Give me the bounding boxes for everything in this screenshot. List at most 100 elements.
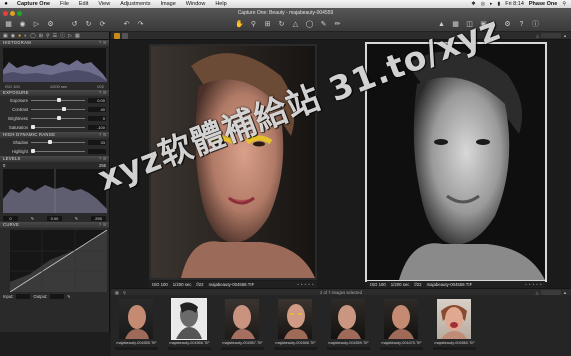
help-icon[interactable]: ?: [517, 20, 526, 29]
levels-output-low[interactable]: 0: [3, 163, 5, 168]
tab-metadata-icon[interactable]: ⓘ: [60, 32, 65, 39]
brightness-slider[interactable]: Brightness 0: [0, 114, 109, 123]
slider-value[interactable]: -100: [88, 125, 106, 130]
undo-icon[interactable]: ↶: [122, 20, 131, 29]
thumbnail-rating[interactable]: [115, 347, 158, 350]
section-menu-icon[interactable]: ? ☰: [99, 40, 109, 46]
spotlight-icon[interactable]: ⚲: [562, 1, 566, 7]
eyedropper-black-icon[interactable]: ✎: [31, 216, 35, 221]
wifi-icon[interactable]: ◎: [481, 1, 485, 7]
tab-details-icon[interactable]: ⚲: [46, 33, 50, 39]
zoom-in-icon[interactable]: ▲: [563, 33, 567, 38]
tab-composition-icon[interactable]: ⊞: [39, 33, 43, 39]
thumbnail-rating[interactable]: [380, 347, 423, 350]
rotate-left-icon[interactable]: ↺: [70, 20, 79, 29]
tab-batch-icon[interactable]: ▦: [75, 33, 80, 39]
contrast-slider[interactable]: Contrast 40: [0, 105, 109, 114]
curve-input-field[interactable]: [16, 294, 31, 299]
thumbnail-rating[interactable]: [168, 347, 211, 350]
levels-high-input[interactable]: 255: [90, 215, 106, 221]
section-menu-icon[interactable]: ? ☰: [99, 156, 109, 162]
slider-track[interactable]: [31, 116, 85, 120]
thumbnail[interactable]: majabeauty-004558.TIF: [272, 299, 319, 350]
slider-value[interactable]: 0.00: [88, 98, 106, 103]
slider-value[interactable]: 33: [88, 140, 106, 145]
levels-mid-input[interactable]: 0.00: [46, 215, 62, 221]
tab-adjustments-icon[interactable]: ☰: [53, 33, 57, 39]
menu-file[interactable]: File: [55, 1, 74, 7]
levels-output-high[interactable]: 255: [99, 163, 106, 168]
slider-track[interactable]: [31, 98, 85, 102]
capture-icon[interactable]: ◉: [18, 20, 27, 29]
compare-icon[interactable]: ◫: [465, 20, 474, 29]
apple-menu-icon[interactable]: ●: [0, 1, 12, 7]
volume-icon[interactable]: ▸: [490, 1, 493, 7]
clock[interactable]: Fri 8:14: [505, 1, 524, 7]
tab-capture-icon[interactable]: ◉: [11, 33, 15, 39]
thumbnail[interactable]: majabeauty-004557.TIF: [219, 299, 266, 350]
slider-track[interactable]: [31, 125, 85, 129]
levels-low-input[interactable]: 0: [3, 215, 18, 221]
menu-image[interactable]: Image: [155, 1, 180, 7]
customize-icon[interactable]: ⚙: [503, 20, 512, 29]
thumbnail[interactable]: majabeauty-004555.TIF: [113, 299, 160, 350]
curve-graph[interactable]: [9, 229, 108, 293]
tab-color-icon[interactable]: ●: [18, 33, 21, 39]
slider-knob[interactable]: [31, 149, 35, 153]
exposure-warning-icon[interactable]: ▲: [437, 20, 446, 29]
slider-value[interactable]: 0: [88, 116, 106, 121]
eyedropper-white-icon[interactable]: ✎: [75, 216, 79, 221]
battery-icon[interactable]: ▮: [497, 1, 500, 7]
slider-knob[interactable]: [56, 98, 61, 102]
output-icon[interactable]: ▷: [32, 20, 41, 29]
thumbnail-rating[interactable]: [221, 347, 264, 350]
highlight-slider[interactable]: Highlight: [0, 147, 109, 156]
slider-knob[interactable]: [31, 125, 35, 129]
rotate-right-icon[interactable]: ↻: [84, 20, 93, 29]
rating-stars[interactable]: • • • • •: [525, 282, 542, 287]
levels-graph[interactable]: [3, 169, 107, 213]
proof-icon[interactable]: ▣: [479, 20, 488, 29]
bluetooth-icon[interactable]: ✱: [471, 1, 475, 7]
slider-value[interactable]: [88, 149, 106, 154]
white-balance-picker-icon[interactable]: ✎: [319, 20, 328, 29]
import-icon[interactable]: ▦: [4, 20, 13, 29]
slider-value[interactable]: 40: [88, 107, 106, 112]
zoom-out-icon[interactable]: △: [536, 33, 539, 38]
thumbnail-rating[interactable]: [274, 347, 317, 350]
menu-help[interactable]: Help: [210, 1, 231, 7]
redo-icon[interactable]: ↷: [136, 20, 145, 29]
crop-tool-icon[interactable]: ⊞: [263, 20, 272, 29]
grid-icon[interactable]: ▦: [451, 20, 460, 29]
user-name[interactable]: Phase One: [529, 1, 557, 7]
thumbnail-rating[interactable]: [327, 347, 370, 350]
zoom-tool-icon[interactable]: ⚲: [249, 20, 258, 29]
slider-track[interactable]: [31, 149, 85, 153]
process-icon[interactable]: ⚙: [46, 20, 55, 29]
histogram-header[interactable]: HISTOGRAM ? ☰: [0, 40, 109, 46]
keystone-tool-icon[interactable]: △: [291, 20, 300, 29]
slider-knob[interactable]: [62, 107, 67, 111]
info-icon[interactable]: ⓘ: [531, 20, 540, 29]
thumbnail-rating[interactable]: [433, 347, 476, 350]
menu-adjustments[interactable]: Adjustments: [115, 1, 155, 7]
menu-edit[interactable]: Edit: [74, 1, 93, 7]
tab-output-icon[interactable]: ▷: [68, 33, 72, 39]
thumbnail-selected[interactable]: majabeauty-004556.TIF: [166, 298, 213, 350]
slider-track[interactable]: [31, 140, 85, 144]
curve-header[interactable]: CURVE ? ☰: [0, 222, 109, 228]
annotation-tool-icon[interactable]: ✏: [333, 20, 342, 29]
curve-output-field[interactable]: [50, 294, 65, 299]
hand-tool-icon[interactable]: ✋: [235, 20, 244, 29]
rating-stars[interactable]: • • • • •: [297, 282, 314, 287]
spot-removal-icon[interactable]: ◯: [305, 20, 314, 29]
multi-view-icon[interactable]: [122, 33, 128, 39]
thumbnail[interactable]: majabeauty-004559.TIF: [325, 299, 372, 350]
tab-lens-icon[interactable]: ◯: [30, 33, 36, 39]
menu-app[interactable]: Capture One: [12, 1, 55, 7]
reset-icon[interactable]: ⟳: [98, 20, 107, 29]
curve-picker-icon[interactable]: ✎: [67, 294, 71, 299]
tab-exposure-icon[interactable]: ◐: [24, 33, 27, 39]
section-menu-icon[interactable]: ? ☰: [99, 222, 109, 228]
tab-library-icon[interactable]: ▣: [3, 33, 8, 39]
